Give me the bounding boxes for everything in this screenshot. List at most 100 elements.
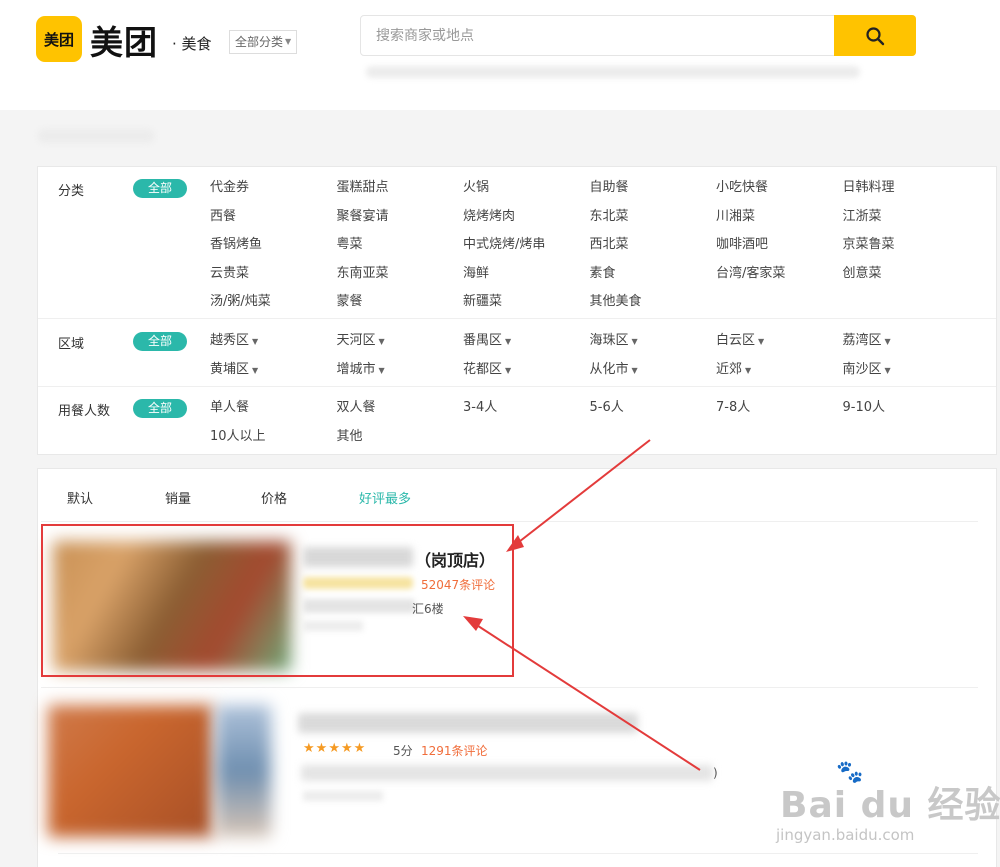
meituan-logo-text[interactable]: 美团: [90, 16, 158, 64]
category-option-label: 代金券: [210, 180, 250, 195]
diners-option[interactable]: 单人餐: [210, 399, 337, 428]
hot-search-keywords: [366, 66, 860, 78]
address-redacted: [303, 599, 415, 613]
category-option[interactable]: 小吃快餐: [716, 179, 843, 208]
chevron-down-icon: ▼: [285, 37, 292, 46]
region-option[interactable]: 增城市 ▼: [337, 361, 464, 390]
category-option-label: 蛋糕甜点: [336, 180, 389, 195]
shop-name-redacted[interactable]: [298, 713, 638, 733]
region-option[interactable]: 花都区 ▼: [463, 361, 590, 390]
filter-row-region: 区域 全部 越秀区 ▼ 天河区 ▼ 番禺区 ▼ 海珠区 ▼ 白云区 ▼ 荔湾区 ▼ 黄埔区 ▼ 增城市 ▼ 花都…: [38, 319, 996, 387]
shop-photo[interactable]: [53, 541, 291, 671]
star-icon: ★: [353, 741, 367, 756]
price-redacted: [303, 791, 383, 801]
meituan-logo-badge[interactable]: 美团: [36, 16, 82, 62]
category-option[interactable]: 江浙菜: [843, 208, 970, 237]
region-option[interactable]: 近郊 ▼: [716, 361, 843, 390]
caret-down-icon: ▼: [884, 337, 891, 346]
category-option[interactable]: 东北菜: [590, 208, 717, 237]
watermark-logo: Bai du 经验: [780, 785, 1000, 826]
rating-stars-redacted: [303, 577, 413, 589]
sort-tab-sales[interactable]: 销量: [165, 488, 191, 507]
region-option[interactable]: 越秀区 ▼: [210, 332, 337, 361]
address-text: ): [713, 766, 718, 780]
diners-option[interactable]: 其他: [337, 428, 464, 457]
region-option[interactable]: 南沙区 ▼: [843, 361, 970, 390]
sort-tab-best-rated[interactable]: 好评最多: [359, 488, 411, 507]
review-count[interactable]: 1291条评论: [421, 742, 488, 759]
region-option[interactable]: 黄埔区 ▼: [210, 361, 337, 390]
category-option[interactable]: 其他美食: [590, 293, 717, 322]
category-option-label: 烧烤烤肉: [463, 208, 516, 224]
caret-down-icon: ▼: [745, 365, 752, 375]
sort-tab-price[interactable]: 价格: [261, 488, 287, 507]
shop-name-redacted[interactable]: [303, 547, 413, 567]
region-option[interactable]: 天河区 ▼: [337, 332, 464, 361]
diners-option-label: 7-8人: [716, 400, 751, 415]
category-option-label: 聚餐宴请: [336, 208, 389, 224]
diners-option[interactable]: 5-6人: [590, 399, 717, 428]
category-option-label: 粤菜: [336, 237, 363, 252]
category-option[interactable]: 东南亚菜: [337, 265, 464, 294]
category-option[interactable]: 海鲜: [463, 265, 590, 294]
category-option[interactable]: 新疆菜: [463, 293, 590, 322]
filter-diners-all[interactable]: 全部: [133, 399, 187, 418]
diners-option[interactable]: 7-8人: [716, 399, 843, 428]
category-option[interactable]: 中式烧烤/烤串: [463, 236, 590, 265]
filter-label-region: 区域: [58, 337, 85, 352]
caret-down-icon: ▼: [378, 337, 385, 346]
category-option[interactable]: 京菜鲁菜: [843, 236, 970, 265]
diners-option[interactable]: 10人以上: [210, 428, 337, 457]
category-option[interactable]: 汤/粥/炖菜: [210, 293, 337, 322]
region-option[interactable]: 荔湾区 ▼: [843, 332, 970, 361]
sort-tab-default[interactable]: 默认: [67, 488, 93, 507]
category-option-label: 新疆菜: [463, 294, 503, 309]
diners-option[interactable]: 双人餐: [337, 399, 464, 428]
region-option[interactable]: 从化市 ▼: [590, 361, 717, 390]
all-categories-dropdown[interactable]: 全部分类 ▼: [229, 30, 298, 54]
search-input[interactable]: [361, 16, 835, 55]
category-option[interactable]: 西北菜: [590, 236, 717, 265]
category-option[interactable]: 火锅: [463, 179, 590, 208]
category-option-label: 台湾/客家菜: [716, 265, 786, 281]
shop-photo[interactable]: [48, 705, 213, 837]
filter-region-all[interactable]: 全部: [133, 332, 187, 351]
diners-option[interactable]: 9-10人: [843, 399, 970, 428]
category-option[interactable]: 西餐: [210, 208, 337, 237]
region-option[interactable]: 白云区 ▼: [716, 332, 843, 361]
category-option[interactable]: 香锅烤鱼: [210, 236, 337, 265]
region-option[interactable]: 番禺区 ▼: [463, 332, 590, 361]
caret-down-icon: ▼: [505, 365, 512, 375]
category-option[interactable]: 川湘菜: [716, 208, 843, 237]
category-option[interactable]: 创意菜: [843, 265, 970, 294]
search-bar: [360, 15, 916, 56]
filter-label-diners: 用餐人数: [58, 404, 111, 419]
category-option[interactable]: 素食: [590, 265, 717, 294]
category-option[interactable]: 烧烤烤肉: [463, 208, 590, 237]
review-count[interactable]: 52047条评论: [421, 576, 495, 593]
caret-down-icon: ▼: [631, 365, 638, 375]
filter-category-all[interactable]: 全部: [133, 179, 187, 198]
category-option[interactable]: 自助餐: [590, 179, 717, 208]
rating-score: 5分: [393, 744, 413, 758]
category-options: 代金券 蛋糕甜点 火锅 自助餐 小吃快餐 日韩料理西餐 聚餐宴请 烧烤烤肉 东北菜 川湘菜 江浙菜香…: [210, 179, 990, 322]
category-option[interactable]: 台湾/客家菜: [716, 265, 843, 294]
region-option[interactable]: 海珠区 ▼: [590, 332, 717, 361]
category-option[interactable]: 蒙餐: [337, 293, 464, 322]
category-option[interactable]: 蛋糕甜点: [337, 179, 464, 208]
search-button[interactable]: [834, 15, 916, 56]
category-option[interactable]: 日韩料理: [843, 179, 970, 208]
category-option[interactable]: 咖啡酒吧: [716, 236, 843, 265]
region-option-label: 花都区: [463, 361, 503, 377]
category-option[interactable]: 云贵菜: [210, 265, 337, 294]
caret-down-icon: ▼: [884, 365, 891, 375]
shop-branch-name[interactable]: （岗顶店）: [415, 547, 495, 571]
category-option[interactable]: 粤菜: [337, 236, 464, 265]
category-option[interactable]: 代金券: [210, 179, 337, 208]
price-redacted: [303, 621, 363, 631]
address-text: 汇6楼: [412, 602, 444, 616]
category-option-label: 自助餐: [589, 180, 629, 195]
shop-photo-secondary[interactable]: [216, 705, 271, 837]
category-option[interactable]: 聚餐宴请: [337, 208, 464, 237]
diners-option[interactable]: 3-4人: [463, 399, 590, 428]
